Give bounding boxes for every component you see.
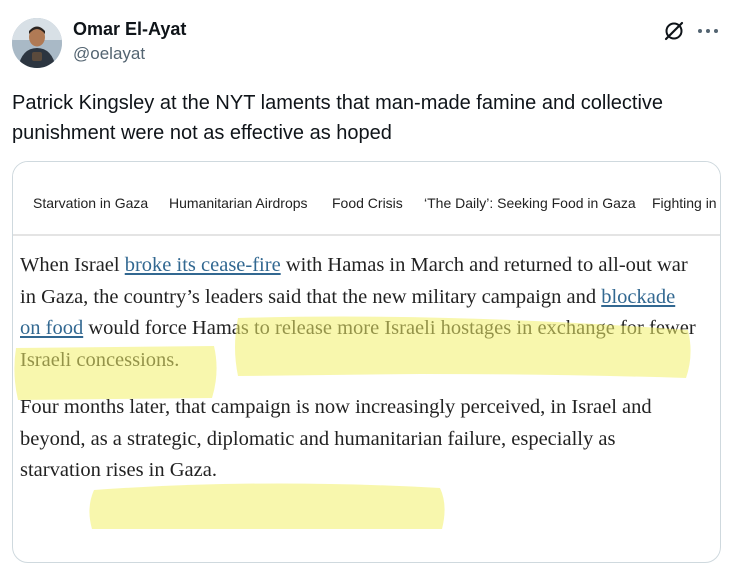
topic-nav: Starvation in Gaza Humanitarian Airdrops… xyxy=(13,162,720,236)
more-icon[interactable] xyxy=(696,20,720,42)
article-paragraph-2: Four months later, that campaign is now … xyxy=(20,396,652,481)
topic-humanitarian-airdrops[interactable]: Humanitarian Airdrops xyxy=(169,195,308,211)
topic-starvation-in-gaza[interactable]: Starvation in Gaza xyxy=(33,195,148,211)
article-text: When Israel xyxy=(20,254,125,276)
grok-icon[interactable] xyxy=(663,20,685,42)
article-excerpt: When Israel broke its cease-fire with Ha… xyxy=(20,250,700,503)
avatar-image xyxy=(12,18,62,68)
author-name[interactable]: Omar El-Ayat xyxy=(73,19,186,40)
topic-fighting-in[interactable]: Fighting in xyxy=(652,195,717,211)
author-handle[interactable]: @oelayat xyxy=(73,44,145,64)
article-text: would force Hamas to release more Israel… xyxy=(20,317,696,371)
link-broke-cease-fire[interactable]: broke its cease-fire xyxy=(125,254,281,276)
media-card[interactable]: Starvation in Gaza Humanitarian Airdrops… xyxy=(12,161,721,563)
topic-the-daily[interactable]: ‘The Daily’: Seeking Food in Gaza xyxy=(424,195,636,211)
topic-food-crisis[interactable]: Food Crisis xyxy=(332,195,403,211)
article-paragraph-1: When Israel broke its cease-fire with Ha… xyxy=(20,250,700,376)
tweet-text: Patrick Kingsley at the NYT laments that… xyxy=(12,92,664,144)
avatar[interactable] xyxy=(12,18,62,68)
